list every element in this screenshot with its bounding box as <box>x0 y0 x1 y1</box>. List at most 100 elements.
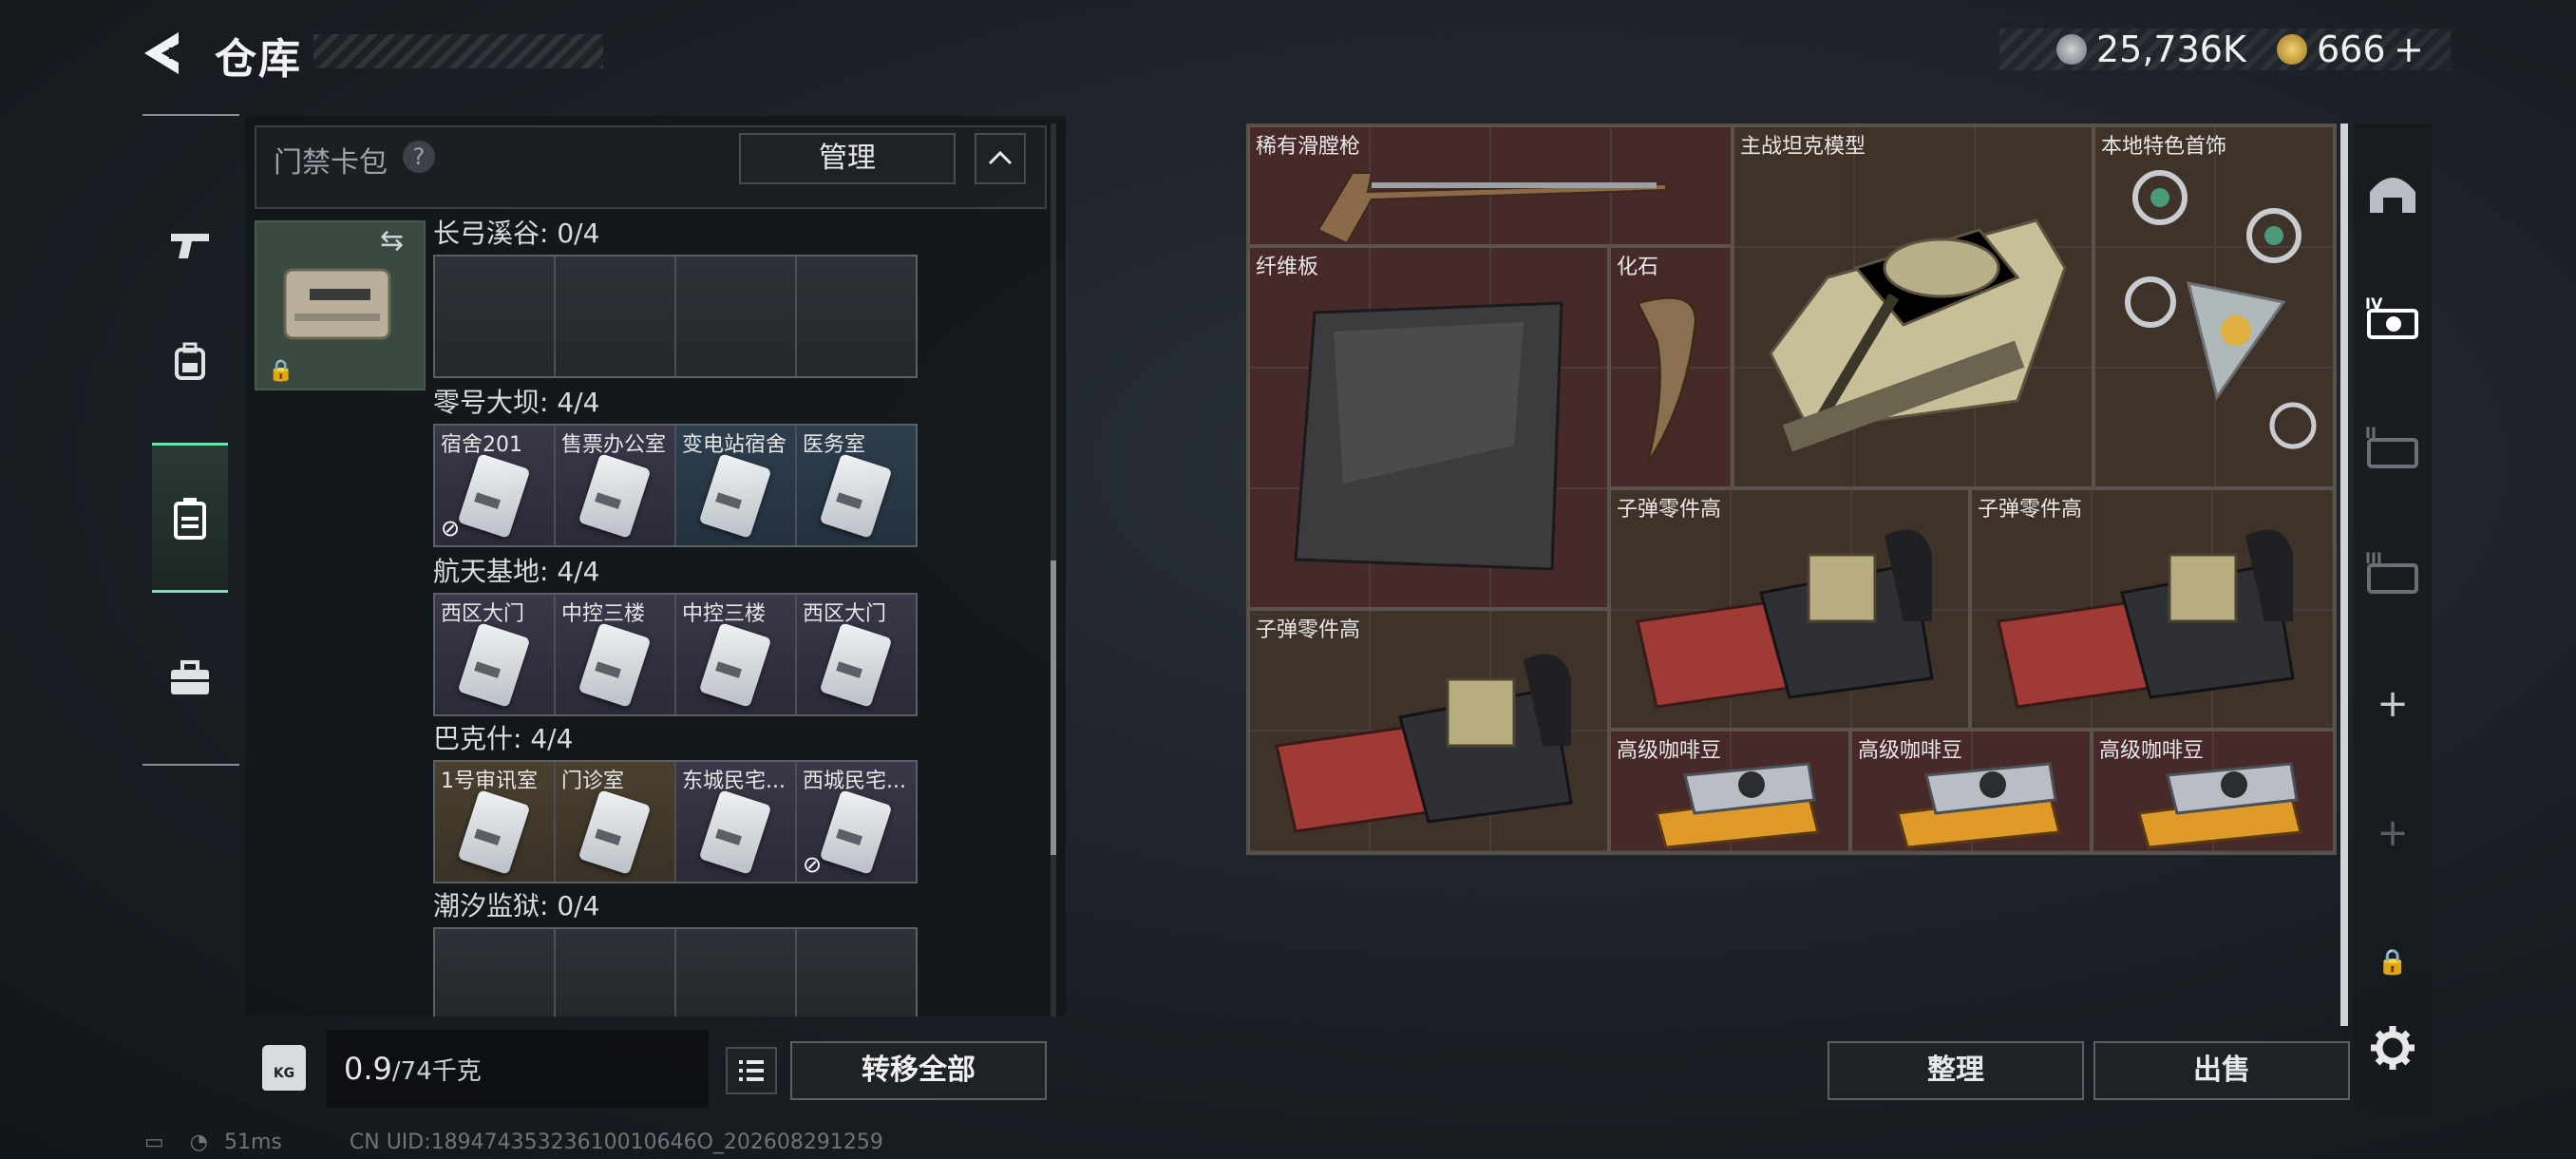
title-stripe <box>313 34 603 68</box>
item-name: 高级咖啡豆 <box>1858 739 1963 763</box>
stash-item-jewelry[interactable]: 本地特色首饰 <box>2093 125 2335 488</box>
manage-button[interactable]: 管理 <box>739 133 956 184</box>
keycard-name: 变电站宿舍 <box>682 433 787 457</box>
item-name: 高级咖啡豆 <box>2099 739 2205 763</box>
keycard-slot[interactable]: 售票办公室 <box>556 426 676 545</box>
keycard-image <box>698 622 772 708</box>
keycard-image <box>578 622 652 708</box>
slot-row-dam: 宿舍201 ⊘ 售票办公室 变电站宿舍 医务室 <box>433 424 918 547</box>
collapse-button[interactable] <box>975 133 1026 184</box>
ammo-crate-image <box>1636 529 1934 709</box>
keycard-slot[interactable]: 中控三楼 <box>676 595 797 714</box>
keycard-name: 医务室 <box>803 433 866 457</box>
keycard-slot[interactable]: 东城民宅... <box>676 762 797 882</box>
help-button[interactable]: ? <box>403 141 435 173</box>
weight-max: /74千克 <box>391 1057 482 1086</box>
keycard-image <box>457 453 531 539</box>
tier-2-vault-icon: II <box>2365 424 2418 468</box>
lock-button[interactable]: 🔒 <box>2359 929 2426 996</box>
stash-item-coffee[interactable]: 高级咖啡豆 <box>1609 730 1850 853</box>
keycard-slot[interactable]: 宿舍201 ⊘ <box>435 426 556 545</box>
slot-row-space-base: 西区大门 中控三楼 中控三楼 西区大门 <box>433 593 918 716</box>
keycard-name: 门诊室 <box>561 770 625 793</box>
section-label-changgong: 长弓溪谷: 0/4 <box>433 218 600 249</box>
stash-item-coffee[interactable]: 高级咖啡豆 <box>2092 730 2335 853</box>
stash-scrollbar[interactable] <box>2340 124 2348 1026</box>
keycard-name: 中控三楼 <box>561 602 646 626</box>
keycard-slot[interactable]: 门诊室 <box>556 762 676 882</box>
list-view-button[interactable] <box>726 1047 777 1094</box>
empty-slot[interactable] <box>797 929 916 1016</box>
empty-slot[interactable] <box>435 256 556 376</box>
slot-row-changgong <box>433 255 918 378</box>
keycard-slot[interactable]: 西区大门 <box>435 595 556 714</box>
empty-slot[interactable] <box>676 256 797 376</box>
weight-icon: KG <box>262 1045 306 1091</box>
keycard-slot[interactable]: 西区大门 <box>797 595 916 714</box>
keycard-slot[interactable]: 1号审讯室 <box>435 762 556 882</box>
empty-slot[interactable] <box>556 929 676 1016</box>
keycard-name: 东城民宅... <box>682 770 786 793</box>
tier-3-vault-icon: III <box>2365 549 2418 594</box>
stash-item-fiberboard[interactable]: 纤维板 <box>1248 246 1609 609</box>
section-label-dam: 零号大坝: 4/4 <box>433 387 600 418</box>
backpack-icon <box>175 342 205 380</box>
stash-grid: 稀有滑膛枪 主战坦克模型 本地特色首饰 纤维板 化石 子弹零件高 子弹零件高 子… <box>1246 124 2337 855</box>
tab-vault-3[interactable]: III <box>2359 538 2426 604</box>
scrollbar-thumb[interactable] <box>1051 560 1056 855</box>
keycard-slot[interactable]: 变电站宿舍 <box>676 426 797 545</box>
jewelry-image <box>2125 170 2317 449</box>
stash-item-coffee[interactable]: 高级咖啡豆 <box>1850 730 2092 853</box>
stash-item-flintlock[interactable]: 稀有滑膛枪 <box>1248 125 1733 246</box>
item-name: 子弹零件高 <box>1256 618 1361 642</box>
keycard-bag-title: 门禁卡包 <box>274 146 388 180</box>
back-button[interactable] <box>141 28 186 78</box>
transfer-all-button[interactable]: 转移全部 <box>790 1041 1047 1100</box>
empty-slot[interactable] <box>797 256 916 376</box>
tab-vault-2[interactable]: II <box>2359 412 2426 479</box>
ammo-crate-image <box>1997 529 2295 709</box>
keycard-slot[interactable]: 中控三楼 <box>556 595 676 714</box>
add-icon: + <box>2377 682 2409 726</box>
gear-icon <box>2371 1026 2415 1070</box>
stash-item-ammo-parts[interactable]: 子弹零件高 <box>1609 488 1970 730</box>
keycard-name: 宿舍201 <box>441 433 522 457</box>
keycard-name: 西城民宅... <box>803 770 906 793</box>
transfer-icon[interactable]: ⇆ <box>380 224 404 257</box>
stash-item-fossil[interactable]: 化石 <box>1609 246 1733 488</box>
flintlock-image <box>1316 172 1667 245</box>
stash-item-ammo-parts[interactable]: 子弹零件高 <box>1248 609 1609 853</box>
add-currency-button[interactable]: + <box>2394 28 2424 70</box>
section-label-prison: 潮汐监狱: 0/4 <box>433 890 600 922</box>
item-name: 子弹零件高 <box>1978 498 2083 522</box>
tab-keycard-case[interactable] <box>152 443 228 593</box>
settings-button[interactable] <box>2359 1015 2426 1081</box>
chevron-up-icon <box>988 150 1013 165</box>
tab-dome[interactable] <box>2359 160 2426 226</box>
tab-backpack[interactable] <box>152 289 228 433</box>
add-stash-button[interactable]: + <box>2359 671 2426 737</box>
tab-briefcase[interactable] <box>152 606 228 750</box>
stash-item-ammo-parts[interactable]: 子弹零件高 <box>1970 488 2335 730</box>
keycard-slot[interactable]: 医务室 <box>797 426 916 545</box>
unlinked-icon: ⊘ <box>803 851 823 878</box>
tab-vault-4[interactable]: IV <box>2359 283 2426 350</box>
stash-item-tank-model[interactable]: 主战坦克模型 <box>1733 125 2093 488</box>
sell-button[interactable]: 出售 <box>2093 1041 2350 1100</box>
empty-slot[interactable] <box>676 929 797 1016</box>
silver-currency-value: 25,736K <box>2096 28 2246 70</box>
empty-slot[interactable] <box>556 256 676 376</box>
sort-button[interactable]: 整理 <box>1828 1041 2084 1100</box>
keycard-name: 西区大门 <box>441 602 525 626</box>
empty-slot[interactable] <box>435 929 556 1016</box>
keycard-name: 西区大门 <box>803 602 887 626</box>
tank-image <box>1769 218 2067 452</box>
keycard-image <box>698 789 772 875</box>
lock-icon: 🔒 <box>2377 948 2409 977</box>
add-stash-button-disabled: + <box>2359 800 2426 866</box>
unlinked-icon: ⊘ <box>441 515 461 542</box>
coffee-bag-image <box>2137 762 2302 849</box>
keycard-slot[interactable]: 西城民宅... ⊘ <box>797 762 916 882</box>
slot-row-bakeshi: 1号审讯室 门诊室 东城民宅... 西城民宅... ⊘ <box>433 760 918 884</box>
slot-row-prison <box>433 927 918 1016</box>
